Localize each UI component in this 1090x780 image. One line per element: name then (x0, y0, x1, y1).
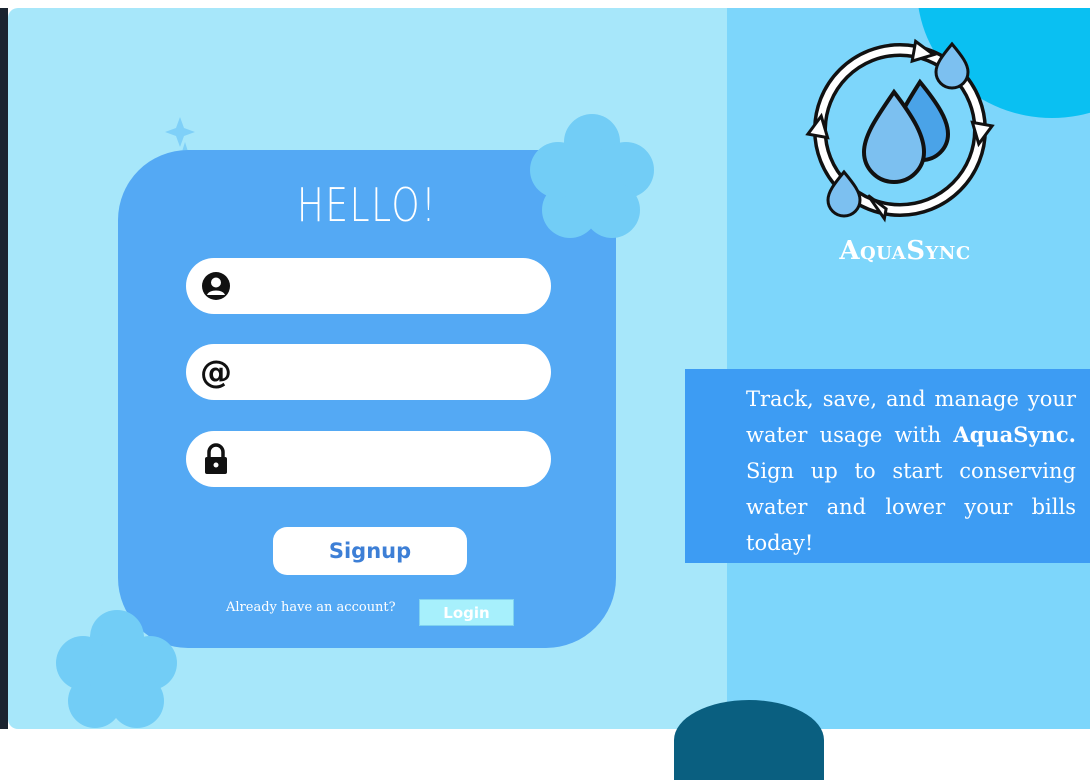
top-strip (0, 0, 1090, 8)
email-input[interactable] (242, 352, 536, 394)
username-input[interactable] (242, 266, 536, 308)
already-account-text: Already have an account? (226, 600, 396, 615)
email-field[interactable]: @ (186, 344, 551, 400)
username-field[interactable] (186, 258, 551, 314)
flower-icon (530, 114, 654, 238)
login-button[interactable]: Login (419, 599, 514, 626)
tagline-box: Track, save, and manage your water usage… (685, 369, 1090, 563)
lock-icon (200, 443, 232, 475)
password-field[interactable] (186, 431, 551, 487)
window-edge (0, 8, 8, 729)
brand-name: AquaSync (839, 236, 971, 266)
hello-heading: HELLO! (296, 178, 438, 232)
password-input[interactable] (242, 439, 536, 481)
tagline-text: Track, save, and manage your water usage… (746, 381, 1076, 561)
at-icon: @ (200, 353, 232, 391)
water-cycle-logo-icon (805, 38, 995, 223)
tagline-brand: AquaSync. (953, 422, 1076, 447)
user-icon (200, 270, 232, 302)
bottom-blob (674, 700, 824, 780)
flower-icon (56, 610, 177, 728)
signup-button[interactable]: Signup (273, 527, 467, 575)
tagline-part-c: Sign up to start conserving water and lo… (746, 459, 1076, 555)
